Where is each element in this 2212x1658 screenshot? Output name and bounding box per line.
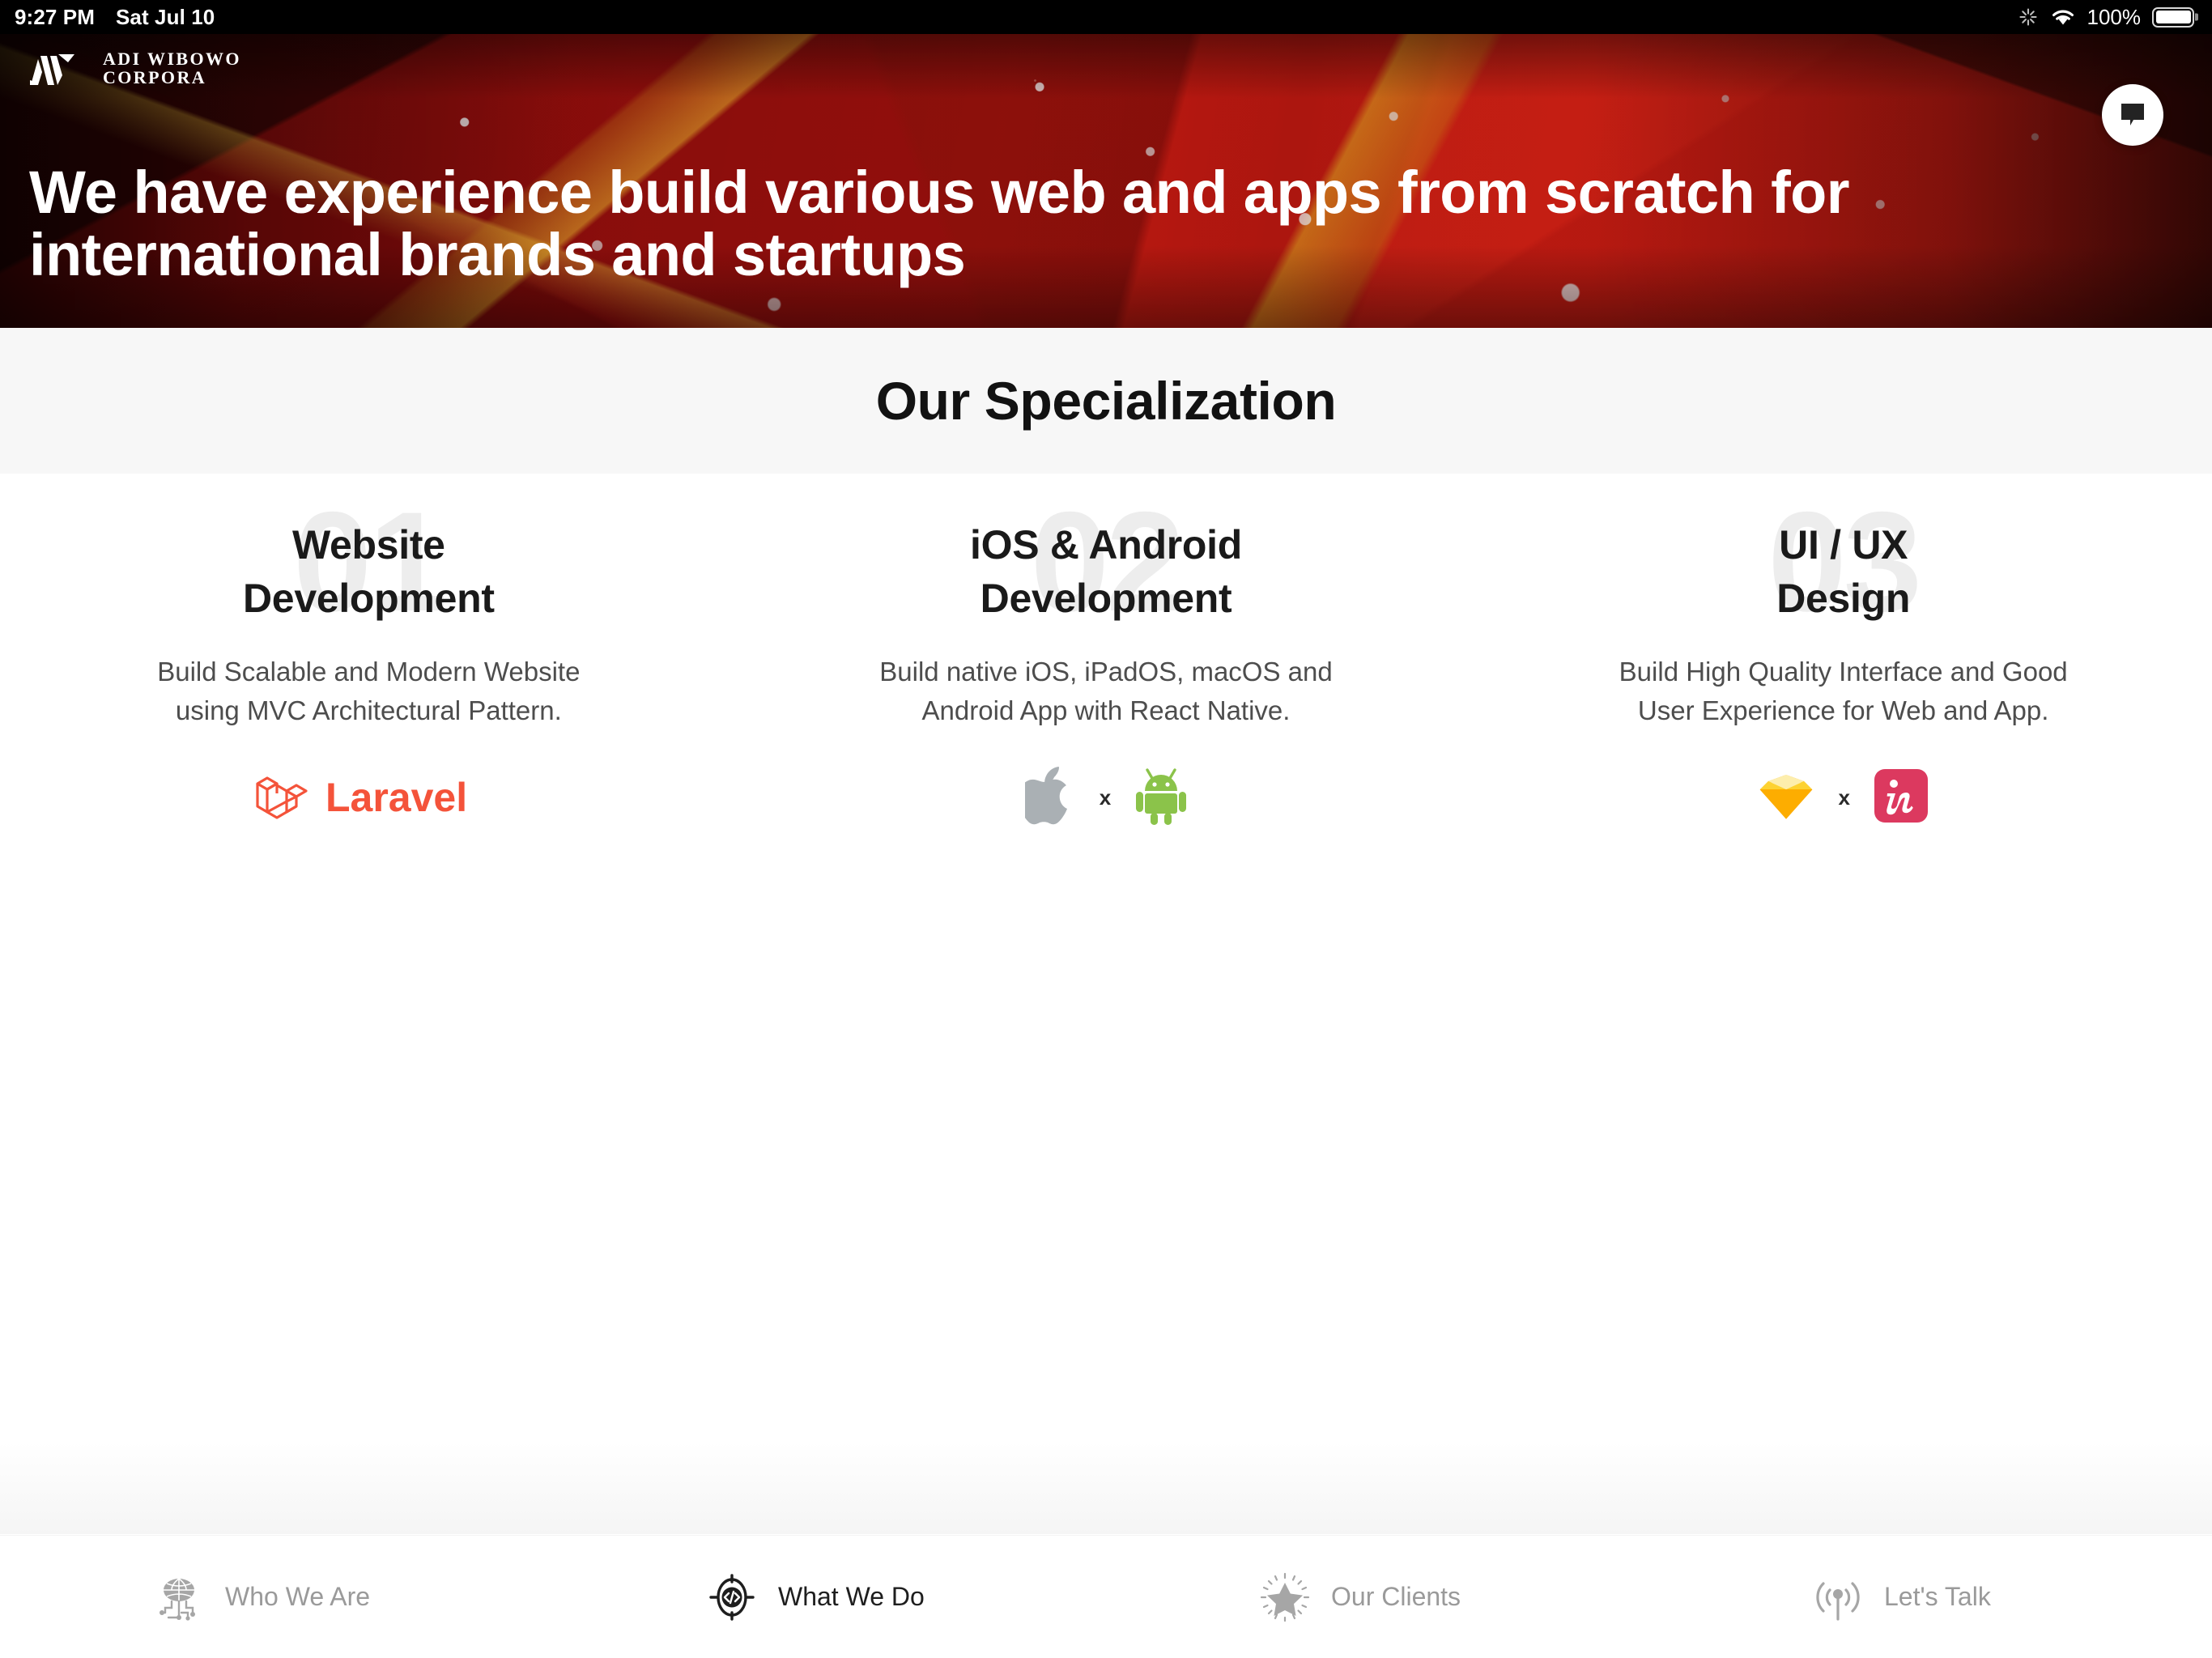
logo-separator: x	[1099, 785, 1112, 810]
laravel-logo: Laravel	[251, 769, 486, 827]
nav-item-what-we-do[interactable]: What We Do	[553, 1572, 1106, 1622]
section-title: Our Specialization	[875, 371, 1337, 431]
aw-monogram-icon	[29, 51, 89, 87]
android-logo	[1135, 767, 1187, 829]
status-time: 9:27 PM	[15, 5, 95, 29]
star-sparkle-icon	[1260, 1572, 1310, 1622]
card-title: UI / UX Design	[1474, 518, 2212, 625]
battery-icon	[2152, 6, 2194, 28]
invision-logo	[1874, 769, 1928, 827]
status-bar: 9:27 PM Sat Jul 10 100%	[0, 0, 2212, 34]
logo-separator: x	[1838, 785, 1850, 810]
card-tech-logos: Laravel	[0, 766, 738, 831]
card-description: Build Scalable and Modern Website using …	[0, 653, 738, 730]
card-title: iOS & Android Development	[738, 518, 1475, 625]
nav-label: What We Do	[778, 1582, 925, 1611]
svg-text:Laravel: Laravel	[325, 775, 467, 820]
card-title-line1: UI / UX	[1779, 522, 1908, 568]
hero-headline: We have experience build various web and…	[29, 159, 1850, 288]
nav-label: Let's Talk	[1884, 1582, 1991, 1611]
card-description-line1: Build native iOS, iPadOS, macOS and	[879, 657, 1333, 687]
card-description: Build High Quality Interface and Good Us…	[1474, 653, 2212, 730]
card-description-line2: User Experience for Web and App.	[1637, 695, 2049, 725]
specialization-cards: 01 Website Development Build Scalable an…	[0, 474, 2212, 878]
wifi-icon	[2050, 6, 2076, 28]
card-description-line2: Android App with React Native.	[921, 695, 1291, 725]
card-tech-logos: x	[1474, 766, 2212, 831]
battery-percent-label: 100%	[2087, 5, 2142, 29]
nav-item-our-clients[interactable]: Our Clients	[1106, 1572, 1659, 1622]
card-title-line2: Development	[243, 576, 495, 621]
app-screen: 9:27 PM Sat Jul 10 100% ADI WIBOWO CORPO…	[0, 0, 2212, 1658]
chat-bubble-icon	[2116, 97, 2149, 134]
brand-logo[interactable]: ADI WIBOWO CORPORA	[29, 49, 241, 87]
card-title-line1: iOS & Android	[970, 522, 1242, 568]
brand-name-line1: ADI WIBOWO	[103, 49, 241, 69]
hero-content: ADI WIBOWO CORPORA We have experience bu…	[0, 34, 2212, 328]
card-description-line2: using MVC Architectural Pattern.	[175, 695, 562, 725]
card-title-line2: Development	[980, 576, 1232, 621]
card-description-line1: Build Scalable and Modern Website	[157, 657, 581, 687]
nav-label: Who We Are	[225, 1582, 371, 1611]
content-background	[0, 878, 2212, 1534]
specialization-card-design[interactable]: 03 UI / UX Design Build High Quality Int…	[1474, 474, 2212, 878]
card-title-line2: Design	[1776, 576, 1911, 621]
chat-button[interactable]	[2102, 84, 2163, 146]
specialization-header-band: Our Specialization	[0, 328, 2212, 474]
code-target-icon	[707, 1572, 757, 1622]
specialization-card-website[interactable]: 01 Website Development Build Scalable an…	[0, 474, 738, 878]
specialization-card-mobile[interactable]: 02 iOS & Android Development Build nativ…	[738, 474, 1475, 878]
globe-network-icon	[154, 1572, 204, 1622]
card-description-line1: Build High Quality Interface and Good	[1619, 657, 2068, 687]
spinner-icon	[2018, 6, 2039, 28]
card-title-line1: Website	[291, 522, 445, 568]
brand-name-line2: CORPORA	[103, 66, 207, 87]
nav-label: Our Clients	[1331, 1582, 1461, 1611]
nav-item-lets-talk[interactable]: Let's Talk	[1659, 1572, 2212, 1622]
status-bar-right: 100%	[2018, 6, 2212, 28]
bottom-navigation-bar: Who We Are What We Do Our Clients Let's …	[0, 1535, 2212, 1658]
card-title: Website Development	[0, 518, 738, 625]
apple-logo	[1018, 767, 1075, 829]
status-bar-left: 9:27 PM Sat Jul 10	[0, 6, 215, 28]
hero-banner: ADI WIBOWO CORPORA We have experience bu…	[0, 34, 2212, 328]
brand-logo-text: ADI WIBOWO CORPORA	[103, 49, 241, 87]
status-date: Sat Jul 10	[115, 5, 215, 29]
card-description: Build native iOS, iPadOS, macOS and Andr…	[738, 653, 1475, 730]
sketch-logo	[1759, 770, 1814, 826]
broadcast-icon	[1813, 1572, 1863, 1622]
nav-item-who-we-are[interactable]: Who We Are	[0, 1572, 553, 1622]
card-tech-logos: x	[738, 766, 1475, 831]
